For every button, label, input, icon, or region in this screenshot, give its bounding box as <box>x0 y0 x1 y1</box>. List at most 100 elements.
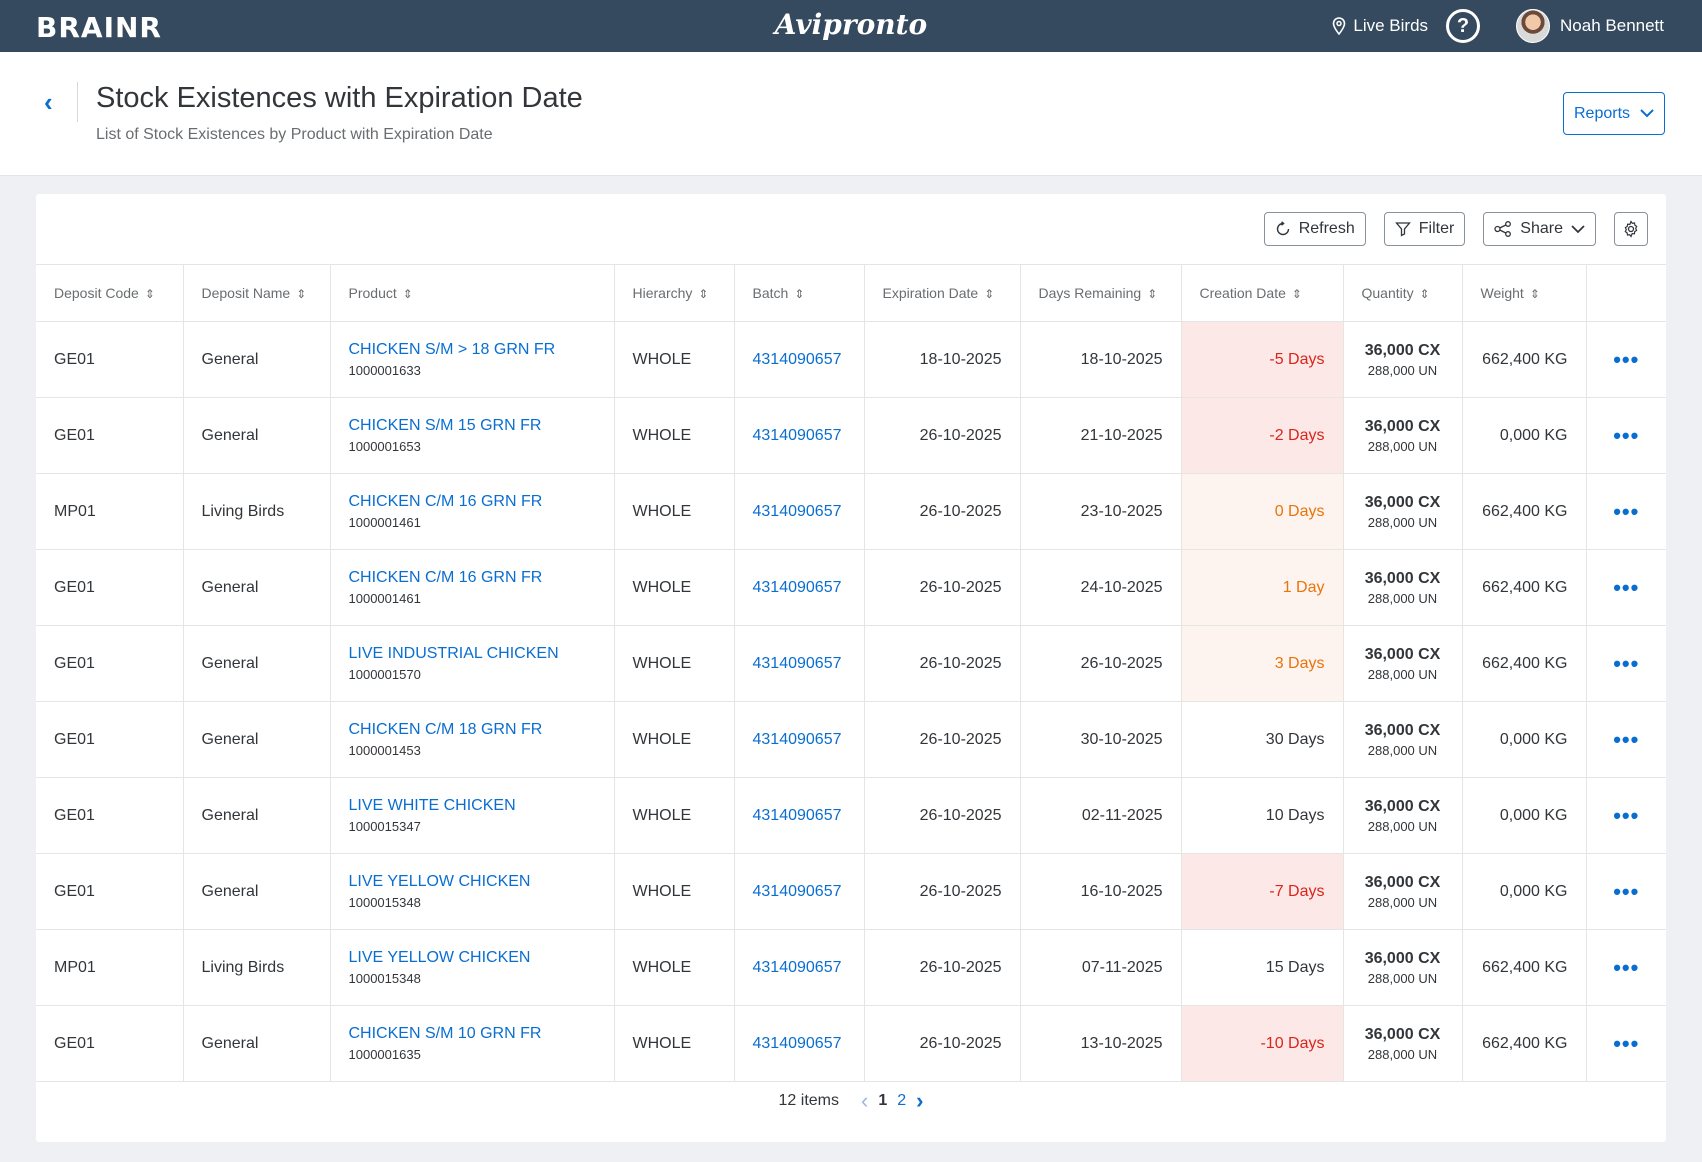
product-link[interactable]: CHICKEN C/M 16 GRN FR <box>349 569 596 587</box>
more-actions-icon[interactable]: ••• <box>1586 625 1666 702</box>
table-row[interactable]: GE01 General LIVE INDUSTRIAL CHICKEN 100000… <box>36 625 1666 702</box>
stock-table: Deposit Code ⇕ Deposit Name ⇕ Product ⇕ Hierar… <box>36 264 1666 1082</box>
location-selector[interactable]: Live Birds <box>1332 16 1428 36</box>
table-row[interactable]: GE01 General LIVE WHITE CHICKEN 1000015347 W… <box>36 777 1666 854</box>
column-header[interactable]: Creation Date ⇕ <box>1181 264 1344 322</box>
reports-button[interactable]: Reports <box>1563 92 1665 135</box>
more-actions-icon[interactable]: ••• <box>1586 929 1666 1006</box>
product-link[interactable]: CHICKEN C/M 18 GRN FR <box>349 721 596 739</box>
more-actions-icon[interactable]: ••• <box>1586 853 1666 930</box>
product-link[interactable]: CHICKEN S/M 10 GRN FR <box>349 1025 596 1043</box>
batch-link[interactable]: 4314090657 <box>734 853 865 930</box>
brand-logo[interactable]: BRAINR <box>36 11 162 44</box>
sort-icon[interactable]: ⇕ <box>1292 287 1302 301</box>
sort-icon[interactable]: ⇕ <box>1530 287 1540 301</box>
column-header[interactable]: Days Remaining ⇕ <box>1020 264 1182 322</box>
sort-icon[interactable]: ⇕ <box>145 287 155 301</box>
table-row[interactable]: GE01 General CHICKEN C/M 18 GRN FR 10000014… <box>36 701 1666 778</box>
product-link[interactable]: CHICKEN S/M 15 GRN FR <box>349 417 596 435</box>
more-actions-icon[interactable]: ••• <box>1586 777 1666 854</box>
batch-link[interactable]: 4314090657 <box>734 701 865 778</box>
hierarchy-cell: WHOLE <box>614 929 735 1006</box>
column-header-label: Deposit Name <box>201 285 291 301</box>
hierarchy-cell: WHOLE <box>614 625 735 702</box>
filter-button[interactable]: Filter <box>1383 212 1466 246</box>
table-row[interactable]: MP01 Living Birds LIVE YELLOW CHICKEN 10000… <box>36 929 1666 1006</box>
column-header[interactable]: Deposit Code ⇕ <box>36 264 184 322</box>
hierarchy-cell: WHOLE <box>614 473 735 550</box>
settings-button[interactable] <box>1614 212 1648 246</box>
product-code: 1000015348 <box>348 971 421 986</box>
location-pin-icon <box>1333 17 1346 35</box>
more-actions-icon[interactable]: ••• <box>1586 549 1666 626</box>
quantity-cell: 36,000 CX 288,000 UN <box>1343 1005 1463 1082</box>
page-2-button[interactable]: 2 <box>897 1092 906 1110</box>
deposit-name-cell: General <box>183 777 331 854</box>
column-header[interactable]: Hierarchy ⇕ <box>614 264 735 322</box>
column-header[interactable]: Product ⇕ <box>330 264 615 322</box>
location-label: Live Birds <box>1353 16 1429 35</box>
table-row[interactable]: MP01 Living Birds CHICKEN C/M 16 GRN FR 100… <box>36 473 1666 550</box>
refresh-button[interactable]: Refresh <box>1263 212 1366 246</box>
product-link[interactable]: CHICKEN S/M > 18 GRN FR <box>349 341 596 359</box>
sort-icon[interactable]: ⇕ <box>984 287 994 301</box>
next-page-button[interactable]: › <box>916 1088 923 1114</box>
quantity-units: 288,000 UN <box>1367 590 1438 606</box>
more-actions-icon[interactable]: ••• <box>1586 473 1666 550</box>
batch-link[interactable]: 4314090657 <box>734 473 865 550</box>
chevron-down-icon <box>1640 109 1654 118</box>
deposit-code-cell: GE01 <box>36 321 184 398</box>
batch-link[interactable]: 4314090657 <box>734 1005 865 1082</box>
product-link[interactable]: LIVE WHITE CHICKEN <box>349 797 596 815</box>
column-header[interactable]: Deposit Name ⇕ <box>183 264 331 322</box>
batch-link[interactable]: 4314090657 <box>734 777 865 854</box>
quantity-boxes: 36,000 CX <box>1364 569 1441 587</box>
table-row[interactable]: GE01 General LIVE YELLOW CHICKEN 1000015348… <box>36 853 1666 930</box>
sort-icon[interactable]: ⇕ <box>403 287 413 301</box>
prev-page-button[interactable]: ‹ <box>861 1088 868 1114</box>
sort-icon[interactable]: ⇕ <box>794 287 804 301</box>
more-actions-icon[interactable]: ••• <box>1586 701 1666 778</box>
table-row[interactable]: GE01 General CHICKEN C/M 16 GRN FR 10000014… <box>36 549 1666 626</box>
user-menu[interactable]: Noah Bennett <box>1516 9 1664 43</box>
product-cell: CHICKEN C/M 16 GRN FR 1000001461 <box>330 549 615 626</box>
sort-icon[interactable]: ⇕ <box>1147 287 1157 301</box>
column-header[interactable]: Quantity ⇕ <box>1343 264 1463 322</box>
sort-icon[interactable]: ⇕ <box>1420 287 1430 301</box>
column-header[interactable]: Expiration Date ⇕ <box>864 264 1021 322</box>
sort-icon[interactable]: ⇕ <box>296 287 306 301</box>
help-icon[interactable]: ? <box>1446 9 1481 43</box>
batch-link[interactable]: 4314090657 <box>734 549 865 626</box>
page-1-button[interactable]: 1 <box>878 1092 887 1110</box>
product-link[interactable]: LIVE INDUSTRIAL CHICKEN <box>349 645 596 663</box>
product-link[interactable]: LIVE YELLOW CHICKEN <box>349 873 596 891</box>
hierarchy-cell: WHOLE <box>614 853 735 930</box>
table-row[interactable]: GE01 General CHICKEN S/M > 18 GRN FR 100000… <box>36 321 1666 398</box>
expiration-date-cell: 26-10-2025 <box>864 777 1021 854</box>
back-button[interactable]: ‹ <box>44 82 78 122</box>
gear-icon <box>1624 220 1638 238</box>
share-button[interactable]: Share <box>1483 212 1596 246</box>
deposit-code-cell: GE01 <box>36 397 184 474</box>
table-row[interactable]: GE01 General CHICKEN S/M 10 GRN FR 10000016… <box>36 1005 1666 1082</box>
quantity-cell: 36,000 CX 288,000 UN <box>1343 929 1463 1006</box>
table-row[interactable]: GE01 General CHICKEN S/M 15 GRN FR 10000016… <box>36 397 1666 474</box>
share-icon <box>1494 221 1512 237</box>
weight-cell: 662,400 KG <box>1462 929 1587 1006</box>
more-actions-icon[interactable]: ••• <box>1586 321 1666 398</box>
batch-link[interactable]: 4314090657 <box>734 397 865 474</box>
more-actions-icon[interactable]: ••• <box>1586 1005 1666 1082</box>
more-actions-icon[interactable]: ••• <box>1586 397 1666 474</box>
product-link[interactable]: LIVE YELLOW CHICKEN <box>349 949 596 967</box>
creation-date-cell: -2 Days <box>1181 397 1344 474</box>
batch-link[interactable]: 4314090657 <box>734 625 865 702</box>
product-link[interactable]: CHICKEN C/M 16 GRN FR <box>349 493 596 511</box>
sort-icon[interactable]: ⇕ <box>698 287 708 301</box>
column-header[interactable]: Weight ⇕ <box>1462 264 1587 322</box>
batch-link[interactable]: 4314090657 <box>734 929 865 1006</box>
column-header-label: Batch <box>752 285 789 301</box>
deposit-name-cell: General <box>183 853 331 930</box>
batch-link[interactable]: 4314090657 <box>734 321 865 398</box>
quantity-cell: 36,000 CX 288,000 UN <box>1343 777 1463 854</box>
column-header[interactable]: Batch ⇕ <box>734 264 865 322</box>
